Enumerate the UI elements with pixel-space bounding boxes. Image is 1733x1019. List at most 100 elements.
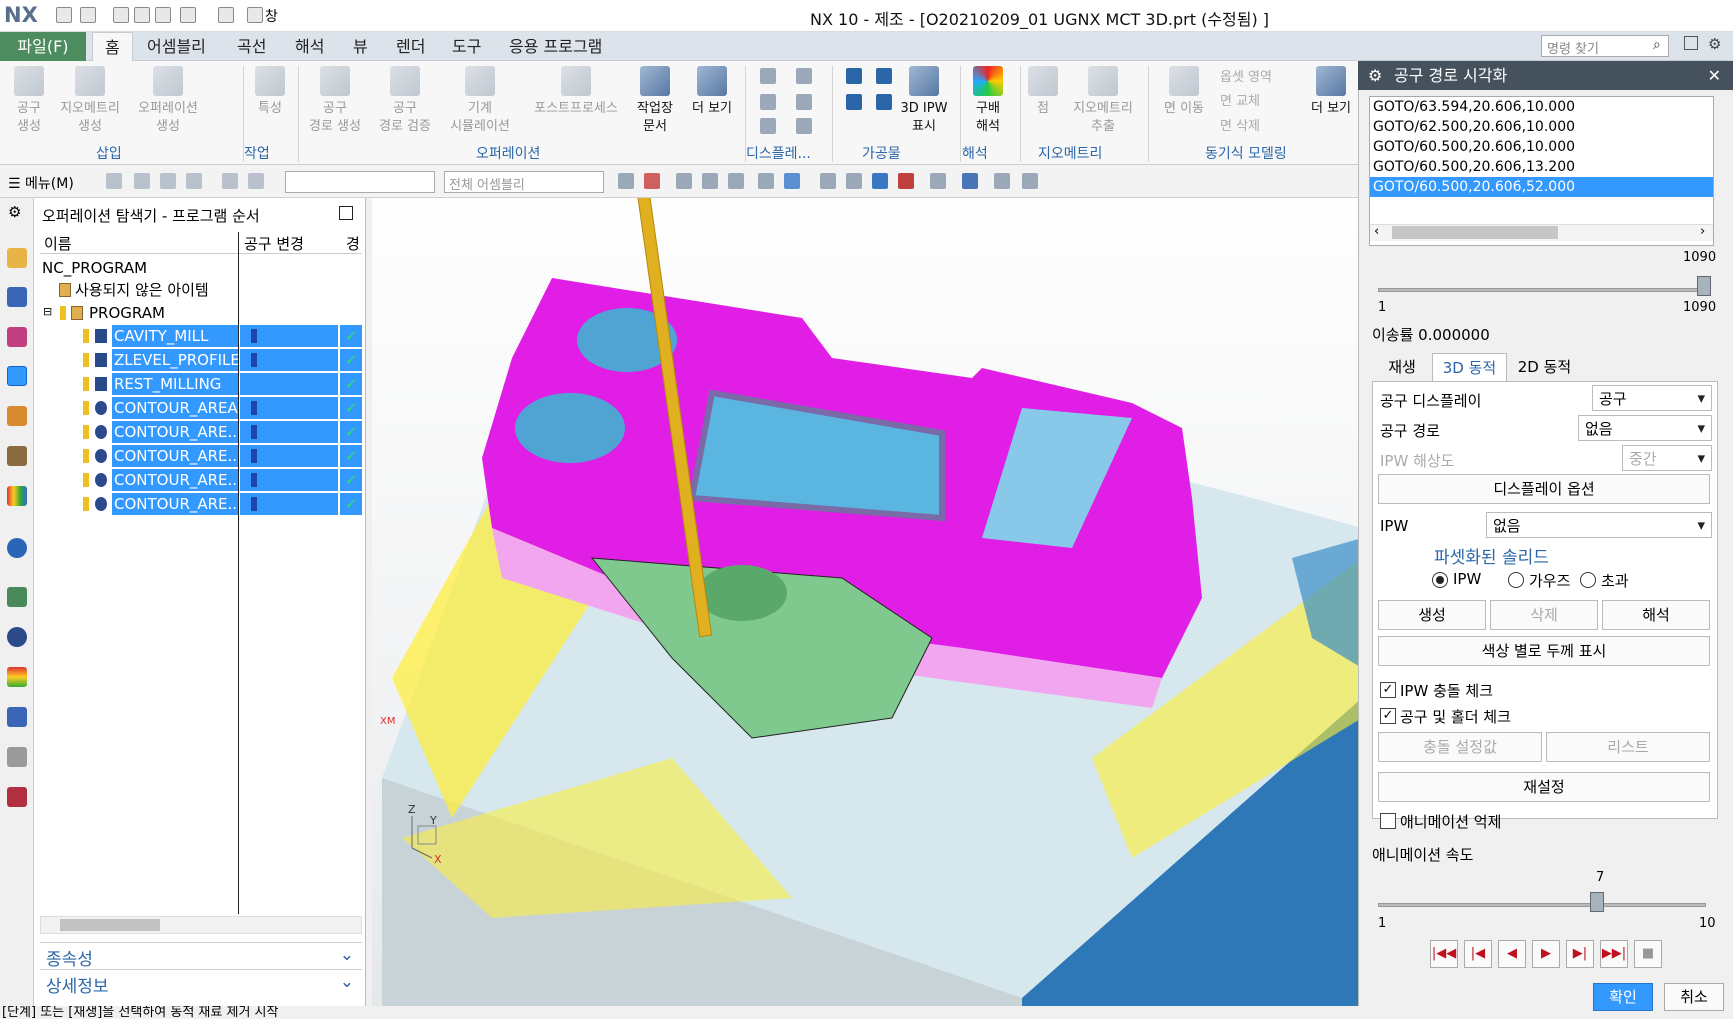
group-label-display[interactable]: 디스플레... <box>746 143 811 163</box>
reset-button[interactable]: 재설정 <box>1378 772 1710 802</box>
tab-home[interactable]: 홈 <box>92 32 133 61</box>
info-icon[interactable] <box>7 538 27 558</box>
cut-icon[interactable] <box>113 7 129 23</box>
stop-icon[interactable]: ■ <box>1634 940 1662 968</box>
show-3d-ipw-button[interactable]: 3D IPW 표시 <box>895 66 953 136</box>
group-label-workpiece[interactable]: 가공물 <box>862 143 901 163</box>
thickness-by-color-button[interactable]: 색상 별로 두께 표시 <box>1378 636 1710 666</box>
copy-icon[interactable] <box>134 7 150 23</box>
undo-icon[interactable] <box>80 7 96 23</box>
reuse-library-icon[interactable] <box>7 446 27 466</box>
ipw-collision-checkbox[interactable]: ✓ <box>1380 682 1396 698</box>
radio-ipw[interactable] <box>1432 572 1448 588</box>
collision-settings-button[interactable]: 충돌 설정값 <box>1378 732 1542 762</box>
tab-3d-dynamic[interactable]: 3D 동적 <box>1432 353 1507 381</box>
postprocess-button[interactable]: 포스트프로세스 <box>524 66 628 118</box>
tab-render[interactable]: 렌더 <box>384 32 437 61</box>
ipw-resolution-dropdown[interactable]: 중간 <box>1622 445 1712 471</box>
goto-line[interactable]: GOTO/60.500,20.606,13.200 <box>1370 157 1713 177</box>
radio-excess[interactable] <box>1580 572 1596 588</box>
offset-region-button[interactable]: 옵셋 영역 <box>1220 66 1272 85</box>
selection-icon[interactable] <box>702 173 718 189</box>
visibility-icon[interactable] <box>994 173 1010 189</box>
display-options-button[interactable]: 디스플레이 옵션 <box>1378 474 1710 504</box>
tree-row-operation[interactable]: CONTOUR_ARE... ✓ <box>40 445 362 467</box>
workpiece-icon[interactable] <box>876 68 892 84</box>
generate-toolpath-button[interactable]: 공구 경로 생성 <box>302 66 368 136</box>
scroll-left-icon[interactable]: ‹ <box>1374 224 1379 239</box>
manufacturing-wizard-icon[interactable] <box>7 787 27 807</box>
selection-icon[interactable] <box>618 173 634 189</box>
display-op-icon[interactable] <box>796 118 812 134</box>
workpiece-icon[interactable] <box>846 94 862 110</box>
constraint-navigator-icon[interactable] <box>7 327 27 347</box>
draft-analysis-button[interactable]: 구배 해석 <box>964 66 1012 136</box>
shop-documentation-button[interactable]: 작업장 문서 <box>630 66 680 136</box>
save-icon[interactable] <box>56 7 72 23</box>
goto-hscroll-thumb[interactable] <box>1392 226 1558 239</box>
details-accordion[interactable]: 상세정보 ⌄ <box>40 969 362 997</box>
tab-application[interactable]: 응용 프로그램 <box>497 32 614 61</box>
tree-row-operation[interactable]: CAVITY_MILL ✓ <box>40 325 362 347</box>
list-button[interactable]: 리스트 <box>1546 732 1710 762</box>
snap-icon[interactable] <box>134 173 150 189</box>
machine-simulation-button[interactable]: 기계 시뮬레이션 <box>442 66 518 136</box>
gear-icon[interactable]: ⚙ <box>8 203 21 221</box>
close-icon[interactable]: ✕ <box>1708 61 1721 90</box>
part-navigator-icon[interactable] <box>7 406 27 426</box>
speed-slider-track[interactable] <box>1378 903 1706 907</box>
group-label-actions[interactable]: 작업 <box>244 143 270 163</box>
display-op-icon[interactable] <box>760 94 776 110</box>
column-tool-change[interactable]: 공구 변경 <box>244 233 304 254</box>
group-label-geometry[interactable]: 지오메트리 <box>1038 143 1102 163</box>
search-icon[interactable]: ⌕ <box>1653 37 1661 53</box>
group-label-sync-modeling[interactable]: 동기식 모델링 <box>1205 143 1287 163</box>
collapse-icon[interactable]: ⊟ <box>43 301 52 323</box>
maximize-icon[interactable] <box>339 206 353 220</box>
tab-view[interactable]: 뷰 <box>341 32 380 61</box>
move-face-button[interactable]: 면 이동 <box>1154 66 1214 118</box>
create-operation-button[interactable]: 오퍼레이션 생성 <box>130 66 206 136</box>
group-label-analysis[interactable]: 해석 <box>962 143 988 163</box>
extract-geometry-button[interactable]: 지오메트리 추출 <box>1066 66 1140 136</box>
ok-button[interactable]: 확인 <box>1593 983 1653 1011</box>
create-geometry-button[interactable]: 지오메트리 생성 <box>56 66 124 136</box>
delete-button[interactable]: 삭제 <box>1490 600 1598 630</box>
navigator-scrollbar-thumb[interactable] <box>60 919 160 931</box>
view-fit-icon[interactable] <box>820 173 836 189</box>
point-button[interactable]: 점 <box>1026 66 1060 118</box>
radio-gouge[interactable] <box>1508 572 1524 588</box>
repeat-command-icon[interactable] <box>180 7 196 23</box>
verify-toolpath-button[interactable]: 공구 경로 검증 <box>372 66 438 136</box>
ipw-dropdown[interactable]: 없음 <box>1486 512 1712 538</box>
tab-analysis[interactable]: 해석 <box>283 32 336 61</box>
gear-icon[interactable]: ⚙ <box>1708 35 1721 53</box>
create-button[interactable]: 생성 <box>1378 600 1486 630</box>
workpiece-icon[interactable] <box>846 68 862 84</box>
tree-row-operation[interactable]: CONTOUR_ARE... ✓ <box>40 493 362 515</box>
tree-row-operation[interactable]: CONTOUR_ARE... ✓ <box>40 469 362 491</box>
dependencies-accordion[interactable]: 종속성 ⌄ <box>40 942 362 970</box>
touch-mode-icon[interactable] <box>218 7 234 23</box>
goto-line[interactable]: GOTO/60.500,20.606,10.000 <box>1370 137 1713 157</box>
operation-navigator-icon[interactable] <box>7 366 27 386</box>
render-style-icon[interactable] <box>930 173 946 189</box>
tree-row-operation[interactable]: CONTOUR_AREA ✓ <box>40 397 362 419</box>
speed-slider-thumb[interactable] <box>1589 892 1604 912</box>
tool-display-dropdown[interactable]: 공구 <box>1592 385 1712 411</box>
selection-icon[interactable] <box>644 173 660 189</box>
command-search-input[interactable]: 명령 찾기 <box>1541 35 1669 57</box>
display-op-icon[interactable] <box>760 68 776 84</box>
tree-row-operation[interactable]: CONTOUR_ARE... ✓ <box>40 421 362 443</box>
tree-row-unused-items[interactable]: 사용되지 않은 아이템 <box>40 279 362 301</box>
window-icon[interactable] <box>247 7 263 23</box>
tree-row-operation[interactable]: ZLEVEL_PROFILE ✓ <box>40 349 362 371</box>
assembly-navigator-icon[interactable] <box>7 287 27 307</box>
group-label-operations[interactable]: 오퍼레이션 <box>476 143 540 163</box>
type-filter-dropdown[interactable] <box>285 171 435 193</box>
file-tab[interactable]: 파일(F) <box>0 32 86 61</box>
play-icon[interactable]: ▶ <box>1532 940 1560 968</box>
tree-row-operation[interactable]: REST_MILLING ✓ <box>40 373 362 395</box>
selection-scope-dropdown[interactable]: 전체 어셈블리 <box>444 171 604 193</box>
palette-icon[interactable] <box>7 486 27 506</box>
